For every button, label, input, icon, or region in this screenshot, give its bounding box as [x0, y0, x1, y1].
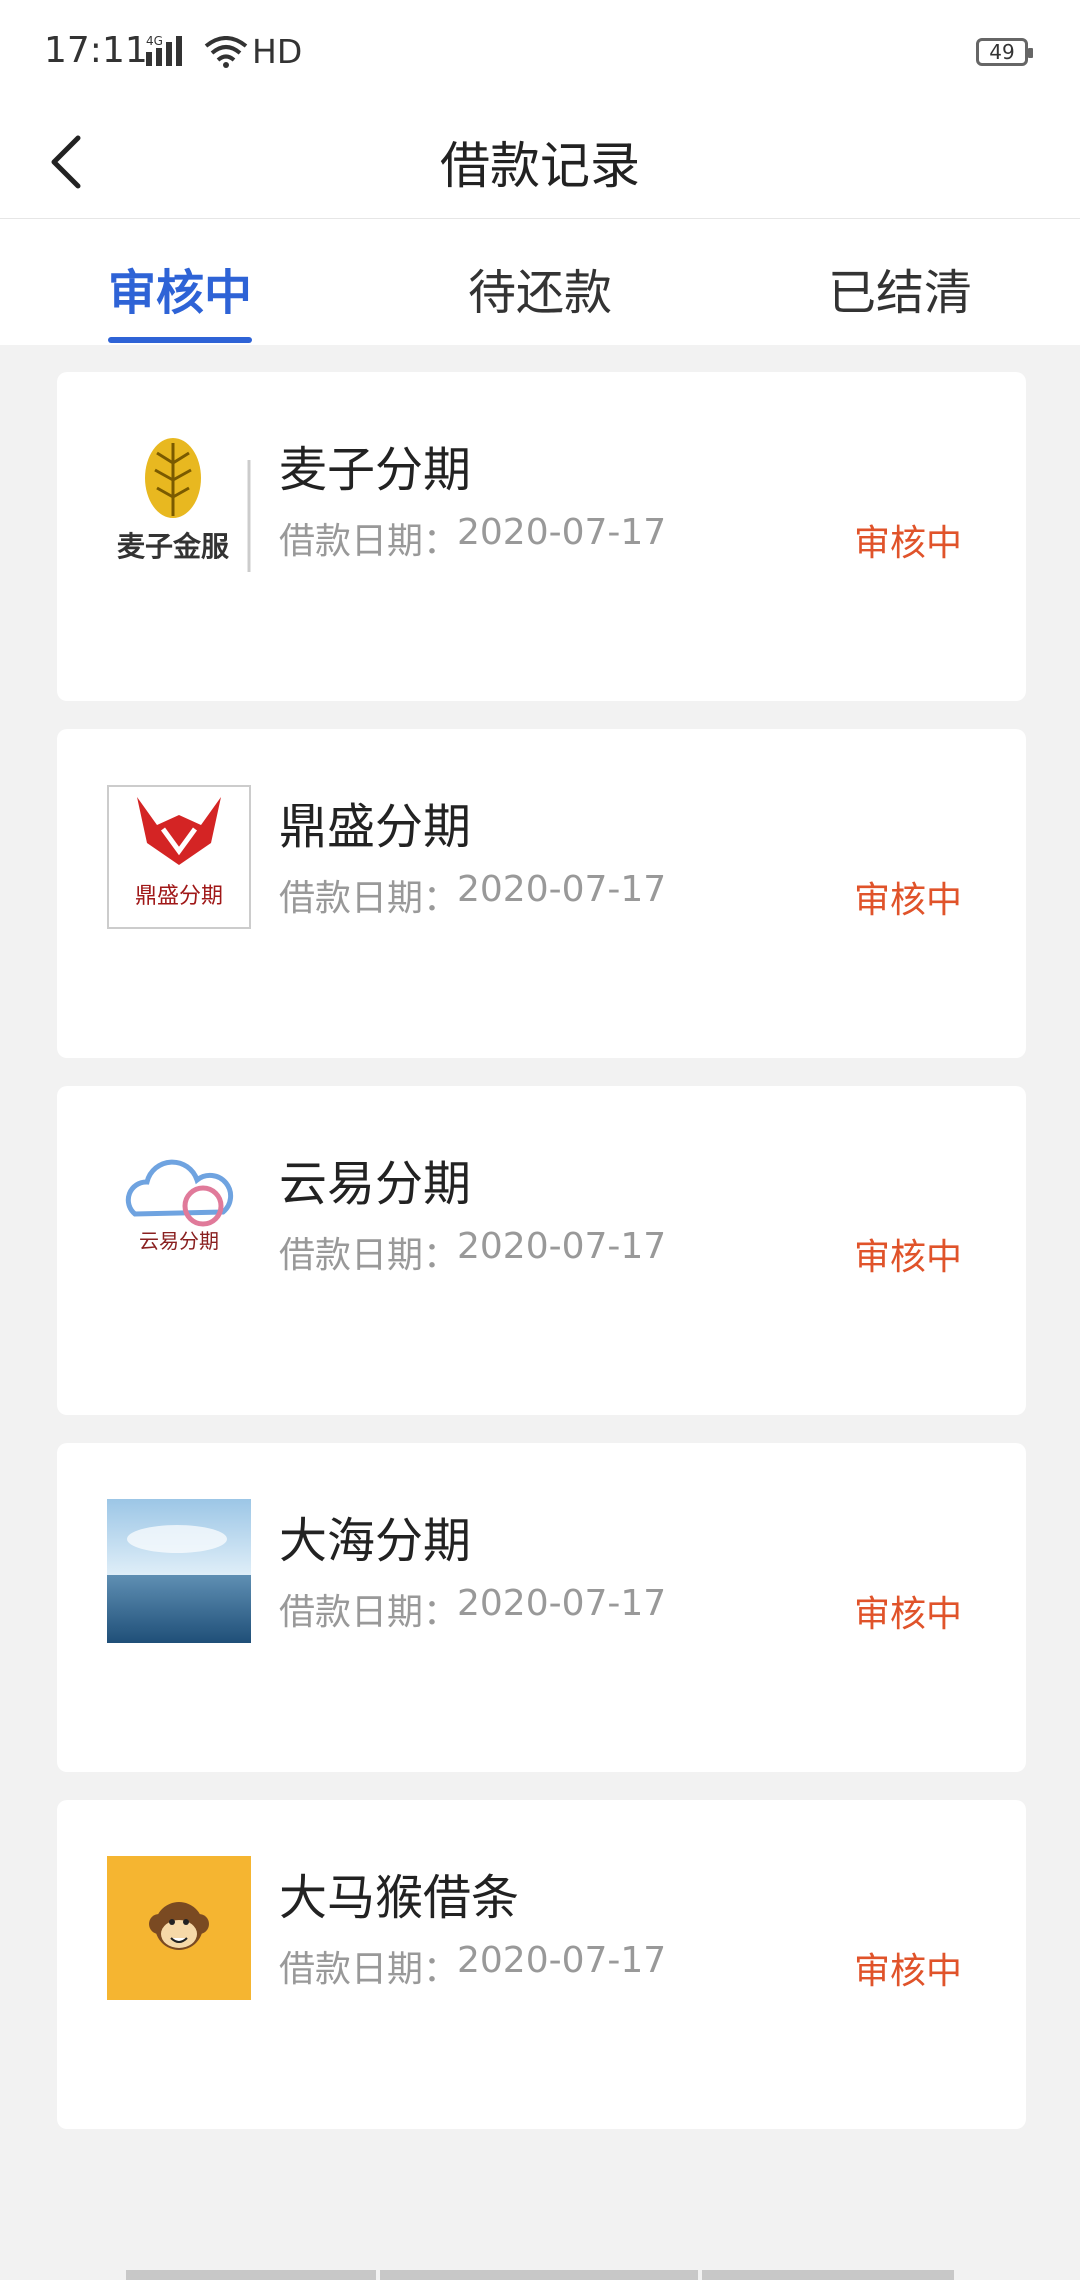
loan-date: 2020-07-17 [457, 1226, 667, 1267]
loan-date: 2020-07-17 [457, 512, 667, 553]
loan-name: 大海分期 [279, 1513, 472, 1569]
tab-pending-repayment[interactable]: 待还款 [468, 253, 612, 323]
battery-icon: 49 [976, 38, 1033, 66]
bottom-nav-segment [126, 2270, 376, 2280]
active-tab-indicator [108, 337, 252, 343]
status-time: 17:11 [44, 30, 148, 71]
loan-name: 大马猴借条 [279, 1870, 520, 1926]
tab-bar: 审核中 待还款 已结清 [0, 219, 1080, 345]
status-bar: 17:11 4G HD 49 [0, 0, 1080, 100]
dingsheng-logo: 鼎盛分期 [107, 785, 251, 929]
loan-date-label: 借款日期： [279, 878, 460, 919]
page-title: 借款记录 [440, 137, 640, 195]
loan-status: 审核中 [853, 1237, 962, 1278]
battery-level: 49 [989, 40, 1015, 64]
svg-text:云易分期: 云易分期 [139, 1229, 219, 1253]
loan-card[interactable]: 麦子金服 麦子分期 借款日期： 2020-07-17 审核中 [57, 372, 1026, 701]
svg-text:鼎盛分期: 鼎盛分期 [135, 884, 223, 909]
loan-name: 麦子分期 [279, 442, 472, 498]
loan-card[interactable]: 鼎盛分期 鼎盛分期 借款日期： 2020-07-17 审核中 [57, 729, 1026, 1058]
loan-status: 审核中 [853, 880, 962, 921]
loan-date-label: 借款日期： [279, 1235, 460, 1276]
loan-date: 2020-07-17 [457, 1940, 667, 1981]
bottom-nav-bar [126, 2270, 954, 2280]
loan-card[interactable]: 大马猴借条 借款日期： 2020-07-17 审核中 [57, 1800, 1026, 2129]
wifi-icon [204, 36, 248, 72]
loan-date: 2020-07-17 [457, 869, 667, 910]
svg-text:4G: 4G [146, 34, 163, 48]
yunyi-logo: 云易分期 [107, 1142, 251, 1286]
loan-name: 鼎盛分期 [279, 799, 472, 855]
loan-date-label: 借款日期： [279, 1592, 460, 1633]
bottom-nav-segment [702, 2270, 954, 2280]
loan-name: 云易分期 [279, 1156, 472, 1212]
loan-card[interactable]: 云易分期 云易分期 借款日期： 2020-07-17 审核中 [57, 1086, 1026, 1415]
loan-card[interactable]: 大海分期 借款日期： 2020-07-17 审核中 [57, 1443, 1026, 1772]
monkey-logo [107, 1856, 251, 2000]
hd-indicator: HD [252, 32, 303, 71]
loan-status: 审核中 [853, 1951, 962, 1992]
loan-date: 2020-07-17 [457, 1583, 667, 1624]
tab-reviewing[interactable]: 审核中 [108, 253, 252, 323]
tab-settled[interactable]: 已结清 [828, 253, 972, 323]
signal-icon: 4G [146, 34, 194, 72]
maizi-logo: 麦子金服 [107, 428, 251, 572]
bottom-nav-segment [380, 2270, 698, 2280]
sea-logo [107, 1499, 251, 1643]
navbar: 借款记录 [0, 100, 1080, 219]
svg-text:麦子金服: 麦子金服 [117, 530, 230, 563]
loan-date-label: 借款日期： [279, 521, 460, 562]
loan-status: 审核中 [853, 1594, 962, 1635]
loan-status: 审核中 [853, 523, 962, 564]
loan-date-label: 借款日期： [279, 1949, 460, 1990]
